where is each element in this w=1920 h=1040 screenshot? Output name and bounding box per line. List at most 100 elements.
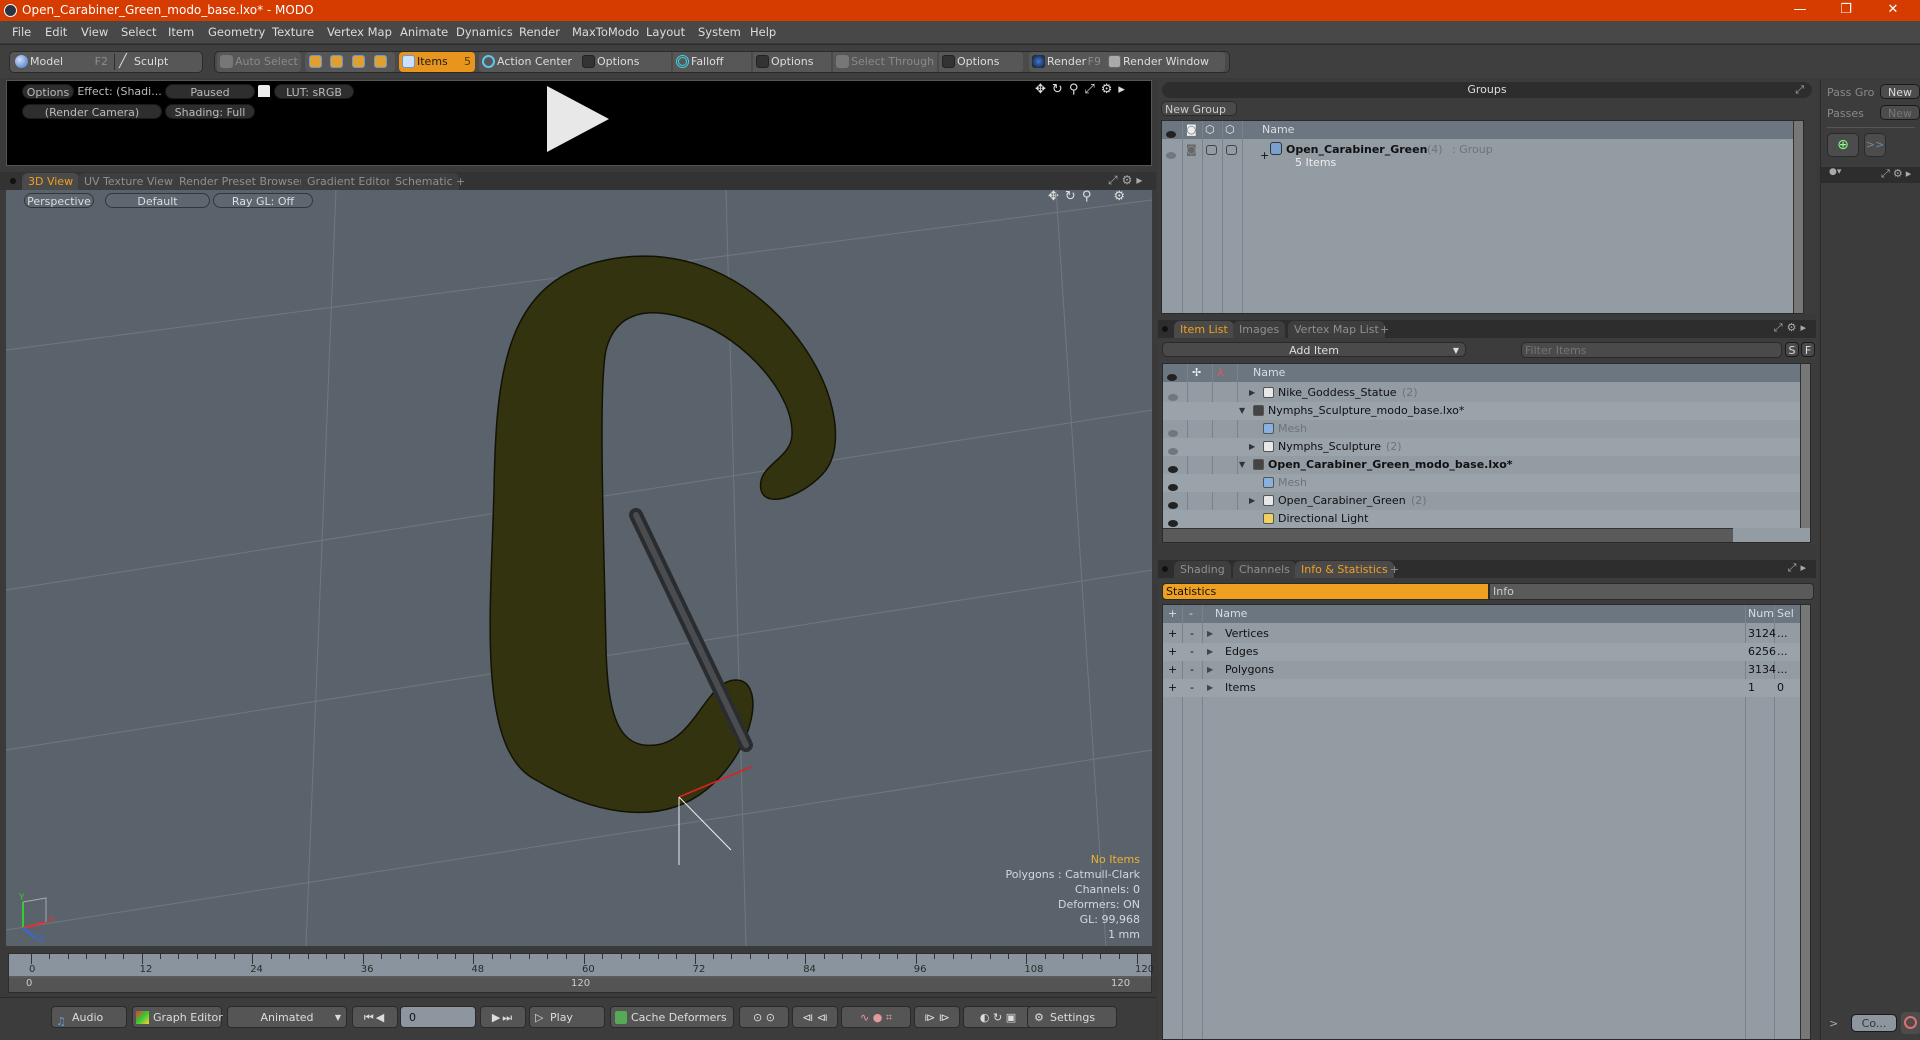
maximize-icon[interactable]: ⤢ xyxy=(1774,321,1787,334)
visibility-toggle-icon[interactable] xyxy=(1168,448,1178,455)
add-tab-button[interactable]: + xyxy=(1374,321,1395,338)
add-item-dropdown[interactable]: Add Item ▼ xyxy=(1162,342,1466,357)
statistics-scrollbar[interactable] xyxy=(1800,605,1810,1039)
expand-arrow-icon[interactable]: ▸ xyxy=(1800,321,1810,334)
visibility-column-icon[interactable] xyxy=(1167,374,1177,381)
gear-icon[interactable]: ⚙ xyxy=(1893,167,1906,180)
lock-column-icon[interactable]: ⬡ xyxy=(1205,121,1215,139)
model-button[interactable]: Model F2 xyxy=(12,52,112,72)
item-list-row[interactable]: ▼ Nymphs_Sculpture_modo_base.lxo* xyxy=(1163,402,1810,420)
expand-button[interactable]: + xyxy=(1168,625,1177,643)
expander-icon[interactable]: ▼ xyxy=(1239,402,1245,420)
rotate-icon[interactable]: ↻ xyxy=(1052,82,1069,97)
panel-menu-icon[interactable]: ●▾ xyxy=(1829,167,1841,177)
statistics-row[interactable]: + - ▶ Items 1 0 xyxy=(1163,679,1810,697)
record-button[interactable] xyxy=(1901,1012,1920,1034)
tab-item-list[interactable]: Item List xyxy=(1174,321,1234,338)
add-pass-button[interactable]: ⊕ xyxy=(1827,133,1859,157)
new-group-button[interactable]: New Group xyxy=(1161,101,1237,116)
action-center-button[interactable]: Action Center xyxy=(479,52,579,72)
tab-images[interactable]: Images xyxy=(1233,321,1286,338)
render-toggle-icon[interactable]: ◙ xyxy=(1186,141,1197,159)
menu-system[interactable]: System xyxy=(698,21,741,43)
tab-shading[interactable]: Shading xyxy=(1174,561,1231,578)
filter-items-input[interactable] xyxy=(1521,342,1782,358)
effect-dropdown[interactable]: Effect: (Shadi... xyxy=(77,84,162,99)
expander-icon[interactable]: ▶ xyxy=(1207,661,1213,679)
render-column-icon[interactable]: ◙ xyxy=(1186,121,1197,139)
axis-column-icon[interactable]: ⅄ xyxy=(1217,364,1224,382)
vertices-mode-icon[interactable] xyxy=(309,55,322,68)
gear-icon[interactable]: ⚙ xyxy=(1101,82,1119,97)
lock-icon[interactable] xyxy=(258,85,270,97)
motion-tools[interactable]: ◐ ↻ ▣ xyxy=(963,1006,1033,1028)
play-icon[interactable] xyxy=(547,86,609,152)
expand-arrow-icon[interactable]: ▸ xyxy=(1906,167,1915,180)
maximize-icon[interactable]: ⤢ xyxy=(1795,82,1804,98)
item-list-row[interactable]: Directional Light xyxy=(1163,510,1810,528)
tab-vertex-map-list[interactable]: Vertex Map List xyxy=(1288,321,1385,338)
item-list-row[interactable]: Mesh xyxy=(1163,420,1810,438)
step-forward-icon[interactable]: ▶ xyxy=(492,1011,502,1024)
menu-animate[interactable]: Animate xyxy=(400,21,448,43)
visibility-toggle-icon[interactable] xyxy=(1168,520,1178,527)
menu-texture[interactable]: Texture xyxy=(272,21,314,43)
edges-mode-icon[interactable] xyxy=(330,55,343,68)
items-mode-button[interactable]: Items 5 xyxy=(399,52,475,72)
go-to-end-buttons[interactable]: ▶⏭ xyxy=(480,1006,526,1028)
menu-edit[interactable]: Edit xyxy=(45,21,67,43)
s-filter-button[interactable]: S xyxy=(1785,342,1799,357)
item-list-row[interactable]: ▶ Nymphs_Sculpture (2) xyxy=(1163,438,1810,456)
zoom-icon[interactable]: ⚲ xyxy=(1069,82,1085,97)
expand-arrow-icon[interactable]: ▸ xyxy=(1800,561,1810,574)
shading-dropdown[interactable]: Shading: Full xyxy=(165,104,255,119)
tab-schematic[interactable]: Schematic xyxy=(389,173,459,190)
auto-select-button[interactable]: Auto Select xyxy=(217,52,301,72)
expand-button[interactable]: + xyxy=(1168,661,1177,679)
statistics-row[interactable]: + - ▶ Vertices 3124... xyxy=(1163,625,1810,643)
expander-icon[interactable]: ▶ xyxy=(1249,438,1255,456)
action-center-options-button[interactable]: Options xyxy=(579,52,671,72)
render-preview[interactable]: Options Effect: (Shadi... Paused LUT: sR… xyxy=(6,80,1152,166)
num-column-header[interactable]: Num xyxy=(1748,605,1774,623)
item-list-row[interactable]: ▼ Open_Carabiner_Green_modo_base.lxo* xyxy=(1163,456,1810,474)
audio-button[interactable]: ♫ Audio xyxy=(51,1006,127,1028)
expand-plus-icon[interactable]: + xyxy=(1260,147,1269,165)
materials-mode-icon[interactable] xyxy=(374,55,387,68)
select-column-icon[interactable]: ⬡ xyxy=(1225,121,1235,139)
maximize-icon[interactable]: ⤢ xyxy=(1881,167,1893,180)
expand-arrow-icon[interactable]: ▸ xyxy=(1118,82,1131,97)
new-pass-button[interactable]: New xyxy=(1880,105,1920,120)
expander-icon[interactable]: ▶ xyxy=(1249,492,1255,510)
menu-maxtomodo[interactable]: MaxToModo xyxy=(572,21,639,43)
collapse-button[interactable]: - xyxy=(1190,625,1194,643)
gear-icon[interactable]: ⚙ xyxy=(1787,321,1801,334)
statistics-row[interactable]: + - ▶ Edges 6256... xyxy=(1163,643,1810,661)
lock-toggle[interactable] xyxy=(1206,145,1217,155)
add-tab-button[interactable]: + xyxy=(1384,561,1405,578)
preview-options-button[interactable]: Options xyxy=(22,84,74,99)
sel-column-header[interactable]: Sel xyxy=(1777,605,1794,623)
select-toggle[interactable] xyxy=(1226,145,1237,155)
paused-button[interactable]: Paused xyxy=(165,84,255,99)
expand-all-header[interactable]: + xyxy=(1168,605,1177,623)
tab-3d-view[interactable]: 3D View xyxy=(22,173,80,190)
item-list-scrollbar-vertical[interactable] xyxy=(1800,364,1810,528)
keyframe-buttons[interactable]: ∿ ● ⌗ xyxy=(841,1006,911,1028)
collapse-button[interactable]: - xyxy=(1190,679,1194,697)
render-window-button[interactable]: Render Window xyxy=(1105,52,1225,72)
group-row[interactable]: ◙ + Open_Carabiner_Green (4) : Group 5 I… xyxy=(1162,141,1803,171)
name-column-header[interactable]: Name xyxy=(1262,121,1294,139)
panel-menu-icon[interactable] xyxy=(1162,326,1168,332)
expand-arrow-icon[interactable]: ▸ xyxy=(1136,173,1146,187)
tab-info-statistics[interactable]: Info & Statistics xyxy=(1295,561,1394,578)
panel-menu-icon[interactable] xyxy=(10,178,16,184)
info-subtab[interactable]: Info xyxy=(1489,583,1814,600)
add-tab-button[interactable]: + xyxy=(450,173,471,190)
camera-dropdown[interactable]: (Render Camera) xyxy=(22,104,162,119)
maximize-icon[interactable]: ⤢ xyxy=(1084,82,1100,97)
menu-view[interactable]: View xyxy=(81,21,108,43)
panel-menu-icon[interactable] xyxy=(1162,566,1168,572)
collapse-all-header[interactable]: - xyxy=(1189,605,1193,623)
expander-icon[interactable]: ▼ xyxy=(1239,456,1245,474)
